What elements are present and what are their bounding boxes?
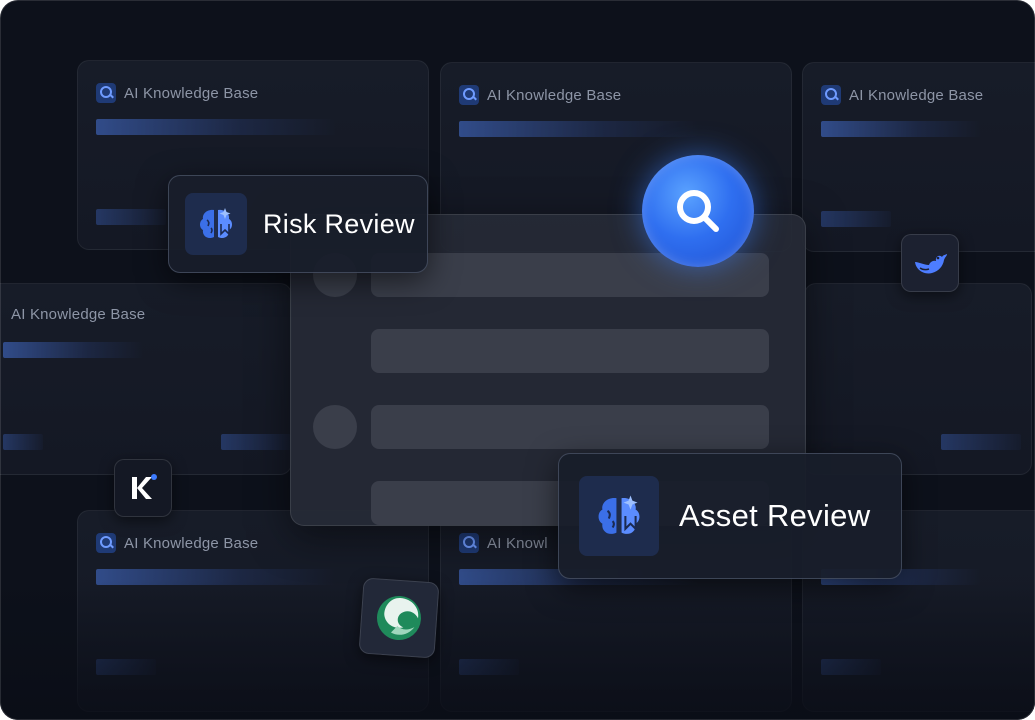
placeholder-bar <box>459 121 699 137</box>
risk-review-title: Risk Review <box>263 208 415 239</box>
knowledge-base-icon <box>459 533 479 553</box>
deepseek-whale-icon <box>915 254 947 274</box>
knowledge-base-icon <box>821 85 841 105</box>
placeholder-bar <box>96 659 156 675</box>
placeholder-bar <box>96 209 166 225</box>
text-placeholder <box>371 405 769 449</box>
knowledge-base-icon <box>459 85 479 105</box>
asset-review-title: Asset Review <box>679 498 871 533</box>
knowledge-base-icon <box>96 83 116 103</box>
knowledge-base-title: AI Knowl <box>487 534 548 552</box>
placeholder-bar <box>3 434 43 450</box>
placeholder-bar <box>96 569 336 585</box>
risk-review-card[interactable]: Risk Review <box>168 175 428 273</box>
knowledge-base-card[interactable]: AI Knowledge Base <box>802 62 1035 252</box>
avatar-placeholder <box>313 405 357 449</box>
kimi-k-icon <box>132 474 157 499</box>
search-button[interactable] <box>642 155 754 267</box>
brain-icon <box>185 193 247 255</box>
asset-review-card[interactable]: Asset Review <box>558 453 902 579</box>
knowledge-base-title: AI Knowledge Base <box>124 84 259 102</box>
deepseek-app-tile[interactable] <box>901 234 959 292</box>
knowledge-base-icon <box>96 533 116 553</box>
knowledge-base-title: AI Knowledge Base <box>124 534 259 552</box>
placeholder-bar <box>941 434 1021 450</box>
knowledge-base-title: AI Knowledge Base <box>849 86 984 104</box>
brain-icon <box>579 476 659 556</box>
placeholder-bar <box>96 119 336 135</box>
placeholder-bar <box>459 659 519 675</box>
placeholder-bar <box>221 434 291 450</box>
knowledge-base-card[interactable]: AI Knowledge Base <box>0 283 292 475</box>
app-frame: AI Knowledge Base AI Knowledge Base AI K… <box>0 0 1035 720</box>
placeholder-bar <box>821 659 881 675</box>
swirl-app-tile[interactable] <box>358 577 440 659</box>
knowledge-base-card[interactable] <box>804 283 1032 475</box>
kimi-app-tile[interactable] <box>114 459 172 517</box>
placeholder-bar <box>3 342 143 358</box>
text-placeholder <box>371 329 769 373</box>
placeholder-bar <box>821 121 981 137</box>
knowledge-base-title: AI Knowledge Base <box>487 86 622 104</box>
knowledge-base-title: AI Knowledge Base <box>11 306 146 323</box>
placeholder-bar <box>821 211 891 227</box>
search-icon <box>677 190 719 232</box>
green-swirl-logo-icon <box>377 596 422 640</box>
